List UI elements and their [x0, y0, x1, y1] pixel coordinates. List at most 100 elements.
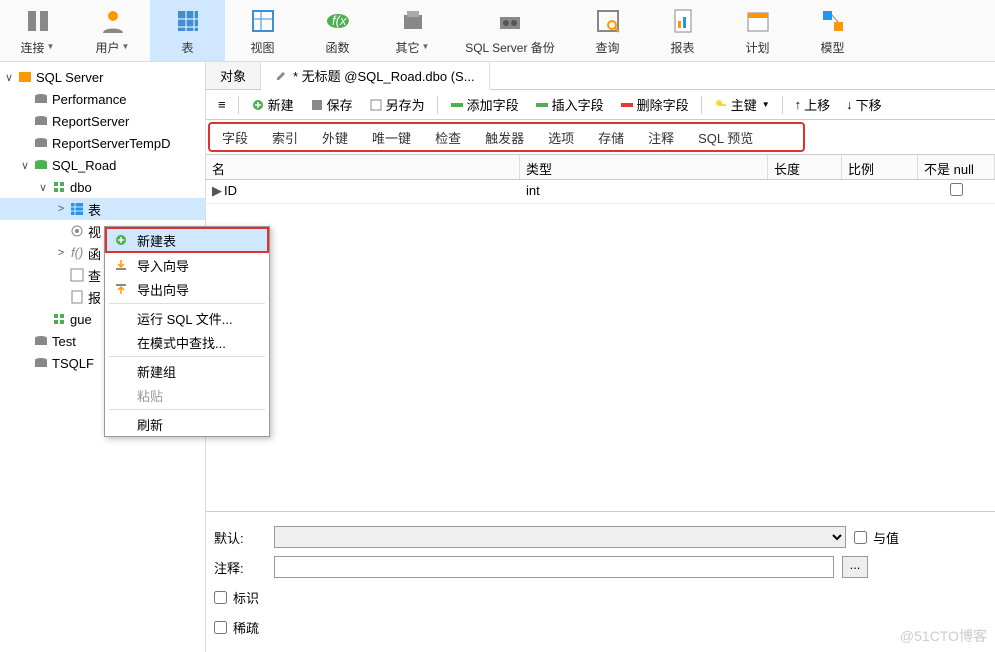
- toolbar-backup[interactable]: SQL Server 备份: [450, 0, 570, 61]
- grid-body: ▶IDint: [206, 180, 995, 204]
- toolbar-view[interactable]: 视图: [225, 0, 300, 61]
- subtab-9[interactable]: SQL 预览: [686, 128, 765, 147]
- save-button[interactable]: 保存: [304, 93, 359, 117]
- withvalue-checkbox[interactable]: 与值: [854, 528, 899, 547]
- col-type[interactable]: 类型: [520, 155, 768, 179]
- col-notnull[interactable]: 不是 null: [918, 155, 995, 179]
- toolbar-user[interactable]: 用户▼: [75, 0, 150, 61]
- addfield-icon: [450, 98, 464, 112]
- toolbar-schedule[interactable]: 计划: [720, 0, 795, 61]
- comment-label: 注释:: [214, 558, 266, 577]
- export-icon: [113, 283, 129, 295]
- node-sqlroad[interactable]: ∨SQL_Road: [0, 154, 205, 176]
- table-icon: [68, 202, 86, 216]
- deletefield-button[interactable]: 删除字段: [614, 93, 695, 117]
- default-select[interactable]: [274, 526, 846, 548]
- node-tables[interactable]: >表: [0, 198, 205, 220]
- tree-toggle[interactable]: >: [54, 247, 68, 259]
- toolbar-connect[interactable]: 连接▼: [0, 0, 75, 61]
- svg-text:f(x): f(x): [332, 13, 351, 28]
- node-performance[interactable]: Performance: [0, 88, 205, 110]
- model-icon: [819, 5, 847, 37]
- node-dbo[interactable]: ∨dbo: [0, 176, 205, 198]
- ctx-refresh[interactable]: 刷新: [105, 412, 269, 436]
- table-icon: [174, 5, 202, 37]
- col-scale[interactable]: 比例: [842, 155, 918, 179]
- row-indicator: ▶: [206, 180, 218, 203]
- tree-toggle[interactable]: >: [54, 203, 68, 215]
- report-icon: [68, 290, 86, 304]
- node-reportserver[interactable]: ReportServer: [0, 110, 205, 132]
- subtab-8[interactable]: 注释: [636, 128, 686, 147]
- context-separator: [109, 356, 265, 357]
- cell-notnull[interactable]: [918, 180, 995, 203]
- addfield-button[interactable]: 添加字段: [444, 93, 525, 117]
- subtab-5[interactable]: 触发器: [473, 128, 536, 147]
- plus-icon: [113, 234, 129, 246]
- ctx-new-table[interactable]: 新建表: [105, 227, 269, 253]
- tree-toggle[interactable]: ∨: [36, 181, 50, 194]
- user-icon: [99, 5, 127, 37]
- query-icon: [594, 5, 622, 37]
- svg-text:f(): f(): [71, 246, 83, 260]
- ctx-export[interactable]: 导出向导: [105, 277, 269, 301]
- subtab-0[interactable]: 字段: [210, 128, 260, 147]
- moveup-button[interactable]: ↑上移: [789, 93, 837, 117]
- ctx-runsql[interactable]: 运行 SQL 文件...: [105, 306, 269, 330]
- subtab-3[interactable]: 唯一键: [360, 128, 423, 147]
- toolbar-model[interactable]: 模型: [795, 0, 870, 61]
- toolbar-query[interactable]: 查询: [570, 0, 645, 61]
- node-sqlserver[interactable]: ∨SQL Server: [0, 66, 205, 88]
- subtab-7[interactable]: 存储: [586, 128, 636, 147]
- new-button[interactable]: 新建: [245, 93, 300, 117]
- cell-type[interactable]: int: [520, 180, 768, 203]
- node-reportservertempdb[interactable]: ReportServerTempD: [0, 132, 205, 154]
- ctx-paste: 粘贴: [105, 383, 269, 407]
- schema-icon: [50, 312, 68, 326]
- primarykey-button[interactable]: 主键▼: [708, 93, 776, 117]
- subtab-1[interactable]: 索引: [260, 128, 310, 147]
- cell-scale[interactable]: [842, 180, 918, 203]
- comment-expand-button[interactable]: ...: [842, 556, 868, 578]
- subtab-4[interactable]: 检查: [423, 128, 473, 147]
- comment-input[interactable]: [274, 556, 834, 578]
- movedown-button[interactable]: ↓下移: [840, 93, 888, 117]
- tree-toggle[interactable]: ∨: [18, 159, 32, 172]
- tab-untitled-label: * 无标题 @SQL_Road.dbo (S...: [293, 66, 475, 85]
- other-icon: [399, 5, 427, 37]
- schedule-icon: [744, 5, 772, 37]
- db-icon: [32, 114, 50, 128]
- grid-empty-area[interactable]: [206, 204, 995, 511]
- context-separator: [109, 303, 265, 304]
- cell-name[interactable]: ID: [218, 180, 520, 203]
- cell-length[interactable]: [768, 180, 842, 203]
- separator: [701, 96, 702, 114]
- tab-objects[interactable]: 对象: [206, 62, 261, 89]
- saveas-button[interactable]: 另存为: [363, 93, 431, 117]
- arrowup-icon: ↑: [795, 97, 802, 112]
- identity-checkbox[interactable]: 标识: [214, 588, 259, 607]
- import-icon: [113, 259, 129, 271]
- toolbar-report[interactable]: 报表: [645, 0, 720, 61]
- separator: [437, 96, 438, 114]
- grid-header: 名 类型 长度 比例 不是 null: [206, 154, 995, 180]
- ctx-find[interactable]: 在模式中查找...: [105, 330, 269, 354]
- subtab-2[interactable]: 外键: [310, 128, 360, 147]
- toolbar-function[interactable]: f(x)函数: [300, 0, 375, 61]
- col-length[interactable]: 长度: [768, 155, 842, 179]
- menu-button[interactable]: ≡: [212, 93, 232, 117]
- view-icon: [68, 224, 86, 238]
- tree-toggle[interactable]: ∨: [2, 71, 16, 84]
- sparse-checkbox[interactable]: 稀疏: [214, 618, 259, 637]
- ctx-newgroup[interactable]: 新建组: [105, 359, 269, 383]
- table-row[interactable]: ▶IDint: [206, 180, 995, 204]
- subtab-6[interactable]: 选项: [536, 128, 586, 147]
- toolbar-other[interactable]: 其它▼: [375, 0, 450, 61]
- toolbar-table[interactable]: 表: [150, 0, 225, 61]
- separator: [238, 96, 239, 114]
- tab-untitled[interactable]: * 无标题 @SQL_Road.dbo (S...: [261, 62, 490, 90]
- insertfield-button[interactable]: 插入字段: [529, 93, 610, 117]
- col-name[interactable]: 名: [206, 155, 520, 179]
- ctx-import[interactable]: 导入向导: [105, 253, 269, 277]
- deletefield-icon: [620, 98, 634, 112]
